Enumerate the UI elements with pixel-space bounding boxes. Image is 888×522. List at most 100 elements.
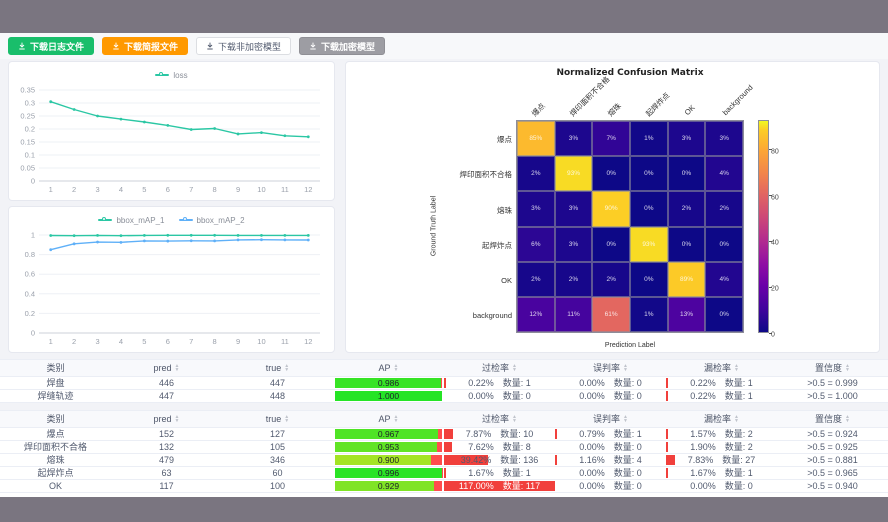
matrix-cell: 61% — [592, 297, 630, 332]
download-icon — [309, 42, 317, 50]
column-header[interactable]: 置信度▲▼ — [777, 360, 888, 376]
rate-cell: 0.22%数量: 1 — [444, 377, 555, 389]
window-chrome — [0, 0, 888, 33]
cell-true: 448 — [222, 390, 333, 402]
legend-item-loss[interactable]: loss — [155, 71, 187, 80]
rate-value: 0.00% — [690, 480, 716, 492]
svg-text:8: 8 — [213, 337, 217, 346]
ap-bar-wrap: 0.967 — [335, 429, 442, 439]
column-header[interactable]: 漏检率▲▼ — [666, 411, 777, 427]
matrix-cell: 0% — [668, 156, 706, 191]
column-header[interactable]: AP▲▼ — [333, 360, 444, 376]
download-icon — [18, 42, 26, 50]
column-header[interactable]: pred▲▼ — [111, 360, 222, 376]
sort-carets[interactable]: ▲▼ — [734, 415, 739, 423]
sort-carets[interactable]: ▲▼ — [512, 364, 517, 372]
confusion-matrix-grid: 85%3%7%1%3%3%2%93%0%0%0%4%3%3%90%0%2%2%6… — [516, 120, 744, 333]
rate-count: 数量: 0 — [614, 467, 642, 479]
ap-value: 0.986 — [335, 378, 442, 388]
matrix-cell: 2% — [517, 156, 555, 191]
sort-carets[interactable]: ▲▼ — [284, 364, 289, 372]
svg-text:1: 1 — [49, 185, 53, 194]
column-header[interactable]: true▲▼ — [222, 411, 333, 427]
sort-carets[interactable]: ▲▼ — [512, 415, 517, 423]
column-header[interactable]: AP▲▼ — [333, 411, 444, 427]
matrix-cell: 3% — [668, 121, 706, 156]
sort-carets[interactable]: ▲▼ — [175, 364, 180, 372]
rate-value: 7.62% — [468, 441, 494, 453]
rate-text: 7.62%数量: 8 — [444, 441, 555, 453]
download-encrypted-model-button[interactable]: 下载加密模型 — [299, 37, 385, 55]
table-header-row: 类别pred▲▼true▲▼AP▲▼过检率▲▼误判率▲▼漏检率▲▼置信度▲▼ — [0, 360, 888, 377]
sort-carets[interactable]: ▲▼ — [845, 415, 850, 423]
button-label: 下载日志文件 — [30, 40, 84, 53]
svg-text:11: 11 — [281, 337, 289, 346]
rate-text: 0.22%数量: 1 — [666, 390, 777, 402]
rate-count: 数量: 0 — [614, 441, 642, 453]
svg-text:0.3: 0.3 — [25, 99, 35, 108]
column-header[interactable]: 漏检率▲▼ — [666, 360, 777, 376]
svg-text:0.1: 0.1 — [25, 151, 35, 160]
svg-text:0: 0 — [31, 329, 35, 338]
column-header[interactable]: 误判率▲▼ — [555, 411, 666, 427]
matrix-cell: 2% — [668, 191, 706, 226]
matrix-cell: 0% — [592, 227, 630, 262]
cell-pred: 63 — [111, 467, 222, 479]
matrix-cell: 90% — [592, 191, 630, 226]
ap-bar-wrap: 0.953 — [335, 442, 442, 452]
matrix-cell: 2% — [592, 262, 630, 297]
matrix-row-label: 熔珠 — [346, 205, 512, 216]
rate-text: 0.79%数量: 1 — [555, 428, 666, 440]
column-header[interactable]: pred▲▼ — [111, 411, 222, 427]
column-header[interactable]: true▲▼ — [222, 360, 333, 376]
cell-true: 60 — [222, 467, 333, 479]
download-report-button[interactable]: 下载简报文件 — [102, 37, 188, 55]
legend-item-bbox_mAP_2[interactable]: bbox_mAP_2 — [179, 216, 245, 225]
rate-count: 数量: 2 — [725, 441, 753, 453]
cell-ap: 0.900 — [333, 454, 444, 466]
column-header[interactable]: 误判率▲▼ — [555, 360, 666, 376]
legend-item-bbox_mAP_1[interactable]: bbox_mAP_1 — [98, 216, 164, 225]
cell-pred: 152 — [111, 428, 222, 440]
matrix-x-axis-label: Prediction Label — [516, 342, 744, 349]
matrix-col-label: 起焊炸点 — [643, 90, 672, 119]
rate-text: 0.00%数量: 0 — [555, 467, 666, 479]
cell-pred: 117 — [111, 480, 222, 492]
svg-text:0.8: 0.8 — [25, 250, 35, 259]
column-header-label: AP — [379, 411, 391, 427]
column-header[interactable]: 置信度▲▼ — [777, 411, 888, 427]
rate-cell: 0.79%数量: 1 — [555, 428, 666, 440]
rate-text: 0.00%数量: 0 — [555, 441, 666, 453]
page-footer — [0, 497, 888, 522]
cell-name: 焊盘 — [0, 377, 111, 389]
matrix-cell: 3% — [555, 121, 593, 156]
matrix-colorbar — [758, 120, 769, 333]
column-header[interactable]: 过检率▲▼ — [444, 360, 555, 376]
table-row: 熔珠4793460.90039.42%数量: 1361.16%数量: 47.83… — [0, 454, 888, 467]
cell-ap: 0.953 — [333, 441, 444, 453]
rate-text: 117.00%数量: 117 — [444, 480, 555, 492]
sort-carets[interactable]: ▲▼ — [284, 415, 289, 423]
sort-carets[interactable]: ▲▼ — [394, 364, 399, 372]
sort-carets[interactable]: ▲▼ — [394, 415, 399, 423]
column-header[interactable]: 过检率▲▼ — [444, 411, 555, 427]
download-log-button[interactable]: 下载日志文件 — [8, 37, 94, 55]
sort-carets[interactable]: ▲▼ — [734, 364, 739, 372]
sort-carets[interactable]: ▲▼ — [175, 415, 180, 423]
rate-count: 数量: 1 — [725, 467, 753, 479]
rate-text: 0.22%数量: 1 — [444, 377, 555, 389]
rate-value: 39.42% — [461, 454, 492, 466]
confusion-matrix-card: Normalized Confusion Matrix 85%3%7%1%3%3… — [345, 61, 880, 353]
svg-text:2: 2 — [72, 337, 76, 346]
matrix-cell: 13% — [668, 297, 706, 332]
sort-carets[interactable]: ▲▼ — [623, 364, 628, 372]
line-charts-column: loss 00.050.10.150.20.250.30.35123456789… — [8, 61, 335, 353]
svg-text:5: 5 — [142, 185, 146, 194]
svg-text:4: 4 — [119, 337, 123, 346]
svg-text:0: 0 — [31, 177, 35, 186]
rate-cell: 0.00%数量: 0 — [444, 390, 555, 402]
matrix-row-label: OK — [346, 276, 512, 285]
sort-carets[interactable]: ▲▼ — [623, 415, 628, 423]
sort-carets[interactable]: ▲▼ — [845, 364, 850, 372]
download-plain-model-button[interactable]: 下载非加密模型 — [196, 37, 291, 55]
